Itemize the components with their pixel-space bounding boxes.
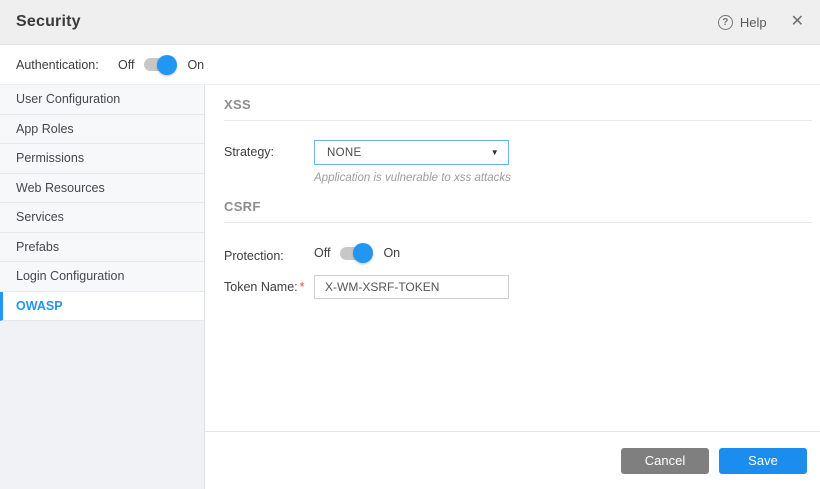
toggle-knob	[353, 243, 373, 263]
token-name-row: Token Name:*	[224, 275, 812, 299]
protection-toggle[interactable]	[340, 247, 370, 260]
sidebar-item-label: Permissions	[16, 151, 84, 165]
titlebar-actions: ? Help ✕	[718, 14, 804, 30]
sidebar-item-app-roles[interactable]: App Roles	[0, 115, 204, 145]
toggle-on-label: On	[187, 58, 204, 72]
help-button[interactable]: ? Help	[718, 15, 767, 30]
help-label: Help	[740, 15, 767, 30]
security-dialog: Security ? Help ✕ Authentication: Off On…	[0, 0, 820, 489]
xss-section-title: XSS	[224, 97, 812, 112]
sidebar-item-permissions[interactable]: Permissions	[0, 144, 204, 174]
authentication-row: Authentication: Off On	[0, 45, 820, 85]
token-name-input[interactable]	[314, 275, 509, 299]
strategy-select-value: NONE	[327, 147, 361, 159]
toggle-off-label: Off	[314, 246, 330, 260]
body: User Configuration App Roles Permissions…	[0, 85, 820, 489]
sidebar-item-label: User Configuration	[16, 92, 120, 106]
toggle-off-label: Off	[118, 58, 134, 72]
strategy-field: NONE ▼ Application is vulnerable to xss …	[314, 140, 511, 184]
protection-label: Protection:	[224, 242, 314, 263]
chevron-down-icon[interactable]: ▼	[491, 148, 499, 157]
authentication-label: Authentication:	[16, 58, 118, 72]
csrf-section-divider	[224, 222, 812, 223]
sidebar-item-label: Services	[16, 210, 64, 224]
strategy-row: Strategy: NONE ▼ Application is vulnerab…	[224, 140, 812, 184]
sidebar-item-services[interactable]: Services	[0, 203, 204, 233]
page-title: Security	[16, 13, 81, 31]
xss-section-divider	[224, 120, 812, 121]
toggle-knob	[157, 55, 177, 75]
close-icon[interactable]: ✕	[791, 14, 804, 30]
sidebar-item-user-configuration[interactable]: User Configuration	[0, 85, 204, 115]
sidebar-item-label: Login Configuration	[16, 269, 124, 283]
cancel-button[interactable]: Cancel	[621, 448, 709, 474]
footer: Cancel Save	[205, 431, 820, 489]
content-inner: XSS Strategy: NONE ▼ Application is vuln…	[205, 85, 820, 431]
csrf-section-title: CSRF	[224, 199, 812, 214]
sidebar: User Configuration App Roles Permissions…	[0, 85, 205, 489]
protection-toggle-group: Off On	[314, 242, 400, 260]
sidebar-item-label: Web Resources	[16, 181, 105, 195]
sidebar-item-label: Prefabs	[16, 240, 59, 254]
sidebar-item-owasp[interactable]: OWASP	[0, 292, 204, 322]
protection-row: Protection: Off On	[224, 242, 812, 263]
main-content: XSS Strategy: NONE ▼ Application is vuln…	[205, 85, 820, 489]
token-name-label: Token Name:*	[224, 275, 314, 294]
sidebar-item-web-resources[interactable]: Web Resources	[0, 174, 204, 204]
sidebar-item-prefabs[interactable]: Prefabs	[0, 233, 204, 263]
sidebar-item-label: App Roles	[16, 122, 74, 136]
strategy-label: Strategy:	[224, 140, 314, 159]
sidebar-item-login-configuration[interactable]: Login Configuration	[0, 262, 204, 292]
xss-helper-text: Application is vulnerable to xss attacks	[314, 172, 511, 184]
authentication-toggle[interactable]	[144, 58, 174, 71]
authentication-toggle-group: Off On	[118, 58, 204, 72]
toggle-on-label: On	[383, 246, 400, 260]
sidebar-filler	[0, 321, 204, 489]
strategy-select[interactable]: NONE ▼	[314, 140, 509, 165]
titlebar: Security ? Help ✕	[0, 0, 820, 45]
help-icon[interactable]: ?	[718, 15, 733, 30]
required-asterisk: *	[300, 280, 305, 294]
save-button[interactable]: Save	[719, 448, 807, 474]
sidebar-item-label: OWASP	[16, 299, 63, 313]
